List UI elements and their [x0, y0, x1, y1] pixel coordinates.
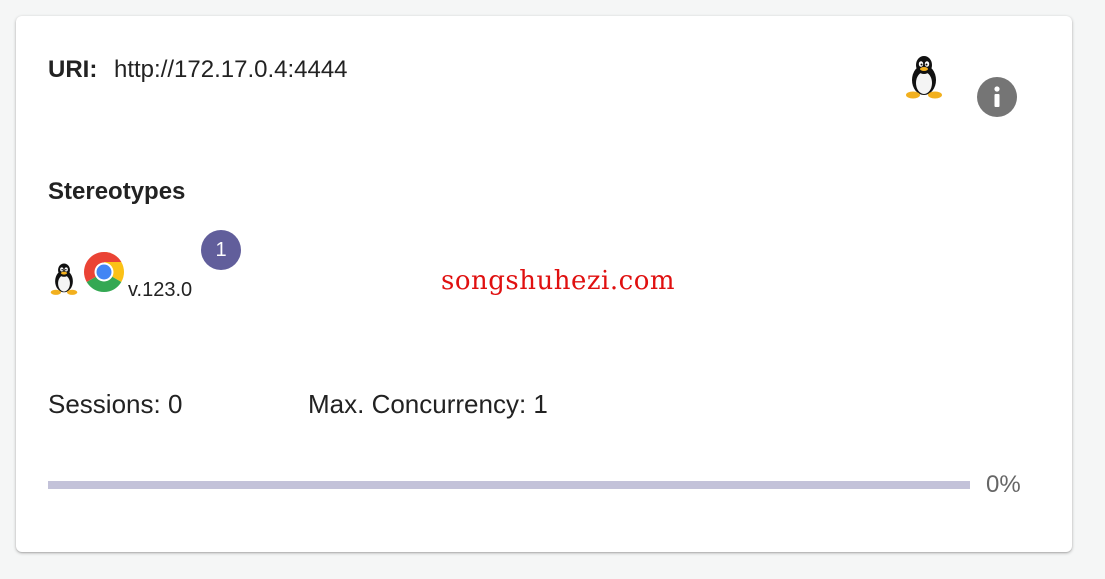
max-concurrency: Max. Concurrency: 1: [308, 389, 548, 419]
sessions-count: Sessions: 0: [48, 389, 183, 419]
slot-count-badge: 1: [201, 230, 241, 270]
load-percent: 0%: [986, 471, 1021, 498]
node-uri: URI: http://172.17.0.4:4444: [48, 56, 348, 84]
stereotypes-heading: Stereotypes: [48, 178, 186, 205]
node-card: URI: http://172.17.0.4:4444 Stereotypes: [16, 16, 1072, 552]
uri-value: http://172.17.0.4:4444: [114, 56, 348, 83]
watermark-text: songshuhezi.com: [441, 266, 675, 296]
info-button[interactable]: [977, 77, 1017, 117]
info-icon: [994, 86, 1000, 107]
uri-label: URI:: [48, 56, 98, 83]
chrome-icon: [83, 251, 125, 293]
linux-tux-icon: [904, 54, 944, 100]
load-progress-bar: [48, 481, 970, 489]
linux-tux-icon: [49, 262, 79, 296]
browser-version: v.123.0: [128, 279, 193, 301]
